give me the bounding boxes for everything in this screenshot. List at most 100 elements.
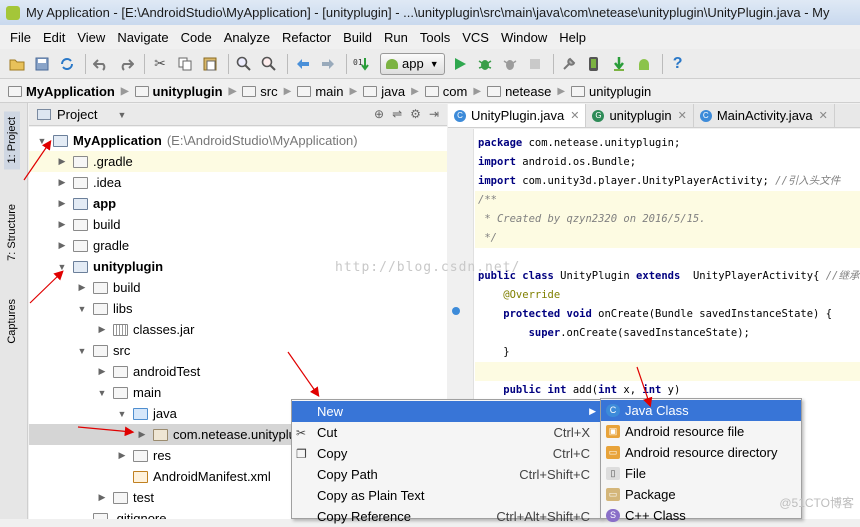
breadcrumb-item[interactable]: unityplugin ▶ [134, 84, 243, 99]
chevron-down-icon[interactable]: ▼ [35, 136, 49, 146]
breadcrumb-item[interactable]: java ▶ [363, 84, 425, 99]
settings-icon[interactable] [558, 53, 580, 75]
project-view-select[interactable]: Project ▼ [29, 107, 126, 122]
menu-run[interactable]: Run [378, 30, 414, 45]
undo-icon[interactable] [90, 53, 112, 75]
chevron-down-icon[interactable]: ▼ [95, 388, 109, 398]
menu-window[interactable]: Window [495, 30, 553, 45]
chevron-right-icon[interactable]: ▶ [55, 240, 69, 251]
tab-captures[interactable]: Captures [4, 293, 20, 350]
menu-refactor[interactable]: Refactor [276, 30, 337, 45]
menu-code[interactable]: Code [175, 30, 218, 45]
hide-icon[interactable]: ⇥ [429, 107, 439, 121]
context-menu-item[interactable]: ✂ Cut Ctrl+X [292, 422, 600, 443]
submenu-item[interactable]: C Java Class [601, 400, 801, 421]
close-icon[interactable]: ✕ [570, 109, 579, 122]
chevron-down-icon[interactable]: ▼ [75, 304, 89, 314]
chevron-right-icon[interactable]: ▶ [115, 450, 129, 461]
open-icon[interactable] [6, 53, 28, 75]
avd-icon[interactable] [583, 53, 605, 75]
chevron-right-icon[interactable]: ▶ [95, 366, 109, 377]
submenu-item[interactable]: ▣ Android resource file [601, 421, 801, 442]
find-icon[interactable] [233, 53, 255, 75]
menu-navigate[interactable]: Navigate [111, 30, 174, 45]
redo-icon[interactable] [115, 53, 137, 75]
attach-icon[interactable] [499, 53, 521, 75]
sync-icon[interactable] [56, 53, 78, 75]
breadcrumb-item[interactable]: MyApplication ▶ [8, 84, 135, 99]
close-icon[interactable]: ✕ [678, 109, 687, 122]
chevron-right-icon[interactable]: ▶ [55, 177, 69, 188]
submenu-item[interactable]: ▯ File [601, 463, 801, 484]
run-icon[interactable] [449, 53, 471, 75]
tree-node[interactable]: ▼ MyApplication (E:\AndroidStudio\MyApplic… [29, 130, 447, 151]
tree-node[interactable]: ▶ build [29, 277, 447, 298]
chevron-right-icon[interactable]: ▶ [55, 156, 69, 167]
submenu-item[interactable]: ▭ Android resource directory [601, 442, 801, 463]
menu-help[interactable]: Help [553, 30, 592, 45]
gear-icon[interactable]: ⚙ [410, 107, 421, 121]
menu-build[interactable]: Build [337, 30, 378, 45]
menu-tools[interactable]: Tools [414, 30, 456, 45]
breadcrumb-item[interactable]: src ▶ [242, 84, 297, 99]
chevron-down-icon[interactable]: ▼ [75, 346, 89, 356]
close-icon[interactable]: ✕ [819, 109, 828, 122]
context-menu-item[interactable]: ❐ Copy Ctrl+C [292, 443, 600, 464]
run-configuration-select[interactable]: app ▼ [380, 52, 445, 75]
collapse-all-icon[interactable]: ⇌ [392, 107, 402, 121]
tree-node[interactable]: ▶ .gradle [29, 151, 447, 172]
chevron-right-icon[interactable]: ▶ [55, 198, 69, 209]
context-menu-item[interactable]: Copy Reference Ctrl+Alt+Shift+C [292, 506, 600, 527]
menu-analyze[interactable]: Analyze [218, 30, 276, 45]
tab-mainactivity-java[interactable]: C MainActivity.java ✕ [694, 104, 835, 127]
tree-node[interactable]: ▶ androidTest [29, 361, 447, 382]
tab-structure[interactable]: 7: Structure [4, 198, 20, 267]
breadcrumb-item[interactable]: main ▶ [297, 84, 363, 99]
chevron-right-icon[interactable]: ▶ [135, 429, 149, 440]
tab-unityplugin-gradle[interactable]: Gunityplugin ✕ [586, 104, 694, 127]
menu-edit[interactable]: Edit [37, 30, 71, 45]
back-icon[interactable] [292, 53, 314, 75]
menu-vcs[interactable]: VCS [456, 30, 495, 45]
tree-node[interactable]: ▶ build [29, 214, 447, 235]
chevron-right-icon[interactable]: ▶ [95, 492, 109, 503]
tree-node[interactable]: ▶ app [29, 193, 447, 214]
chevron-right-icon[interactable]: ▶ [95, 324, 109, 335]
tree-node[interactable]: ▶ gradle [29, 235, 447, 256]
save-icon[interactable] [31, 53, 53, 75]
tab-unityplugin-java[interactable]: C UnityPlugin.java ✕ [448, 104, 587, 127]
context-menu-item[interactable]: Copy as Plain Text [292, 485, 600, 506]
stop-icon[interactable] [524, 53, 546, 75]
tree-node[interactable]: ▶ classes.jar [29, 319, 447, 340]
copy-icon[interactable] [174, 53, 196, 75]
forward-icon[interactable] [317, 53, 339, 75]
android-monitor-icon[interactable] [633, 53, 655, 75]
submenu-item[interactable]: ▭ Package [601, 484, 801, 505]
sdk-icon[interactable] [608, 53, 630, 75]
tree-node[interactable]: ▼ src [29, 340, 447, 361]
menu-file[interactable]: File [4, 30, 37, 45]
scroll-from-source-icon[interactable]: ⊕ [374, 107, 384, 121]
tab-project[interactable]: 1: Project [4, 111, 20, 170]
context-menu-item[interactable]: Copy Path Ctrl+Shift+C [292, 464, 600, 485]
chevron-down-icon[interactable]: ▼ [55, 262, 69, 272]
paste-icon[interactable] [199, 53, 221, 75]
make-icon[interactable]: 01 [351, 53, 373, 75]
chevron-right-icon[interactable]: ▶ [55, 219, 69, 230]
replace-icon[interactable] [258, 53, 280, 75]
submenu-item[interactable]: S C++ Class [601, 505, 801, 526]
cut-icon[interactable]: ✂ [149, 53, 171, 75]
context-menu-item[interactable]: New ▶ [292, 401, 600, 422]
breadcrumb-item[interactable]: unityplugin [571, 84, 657, 99]
tree-node[interactable]: ▼ libs [29, 298, 447, 319]
breadcrumb-item[interactable]: netease ▶ [487, 84, 571, 99]
tree-node[interactable]: ▶ .idea [29, 172, 447, 193]
override-marker-icon[interactable] [452, 307, 460, 315]
menu-view[interactable]: View [71, 30, 111, 45]
chevron-right-icon[interactable]: ▶ [75, 282, 89, 293]
debug-icon[interactable] [474, 53, 496, 75]
breadcrumb-item[interactable]: com ▶ [424, 84, 487, 99]
help-icon[interactable]: ? [667, 53, 689, 75]
chevron-down-icon[interactable]: ▼ [115, 409, 129, 419]
code-token: /** [478, 194, 497, 206]
